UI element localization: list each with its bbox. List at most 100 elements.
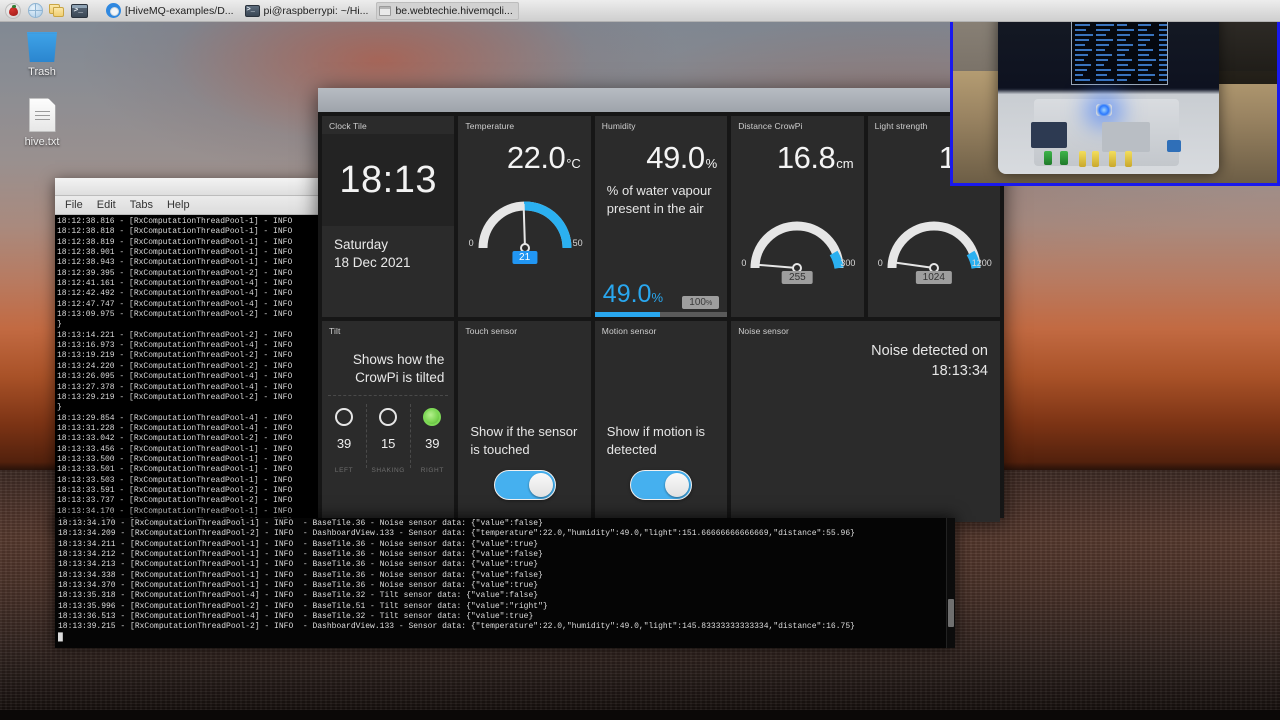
gauge-threshold-chip: 1024: [915, 271, 952, 284]
gauge-svg: [478, 201, 572, 253]
crowpi-blue-led: [1095, 103, 1112, 116]
taskbar[interactable]: [HiveMQ-examples/D... pi@raspberrypi: ~/…: [0, 0, 1280, 22]
tile-title: Temperature: [465, 121, 515, 131]
motion-toggle-switch[interactable]: [629, 470, 692, 500]
terminal-icon[interactable]: [69, 2, 89, 20]
menu-file[interactable]: File: [65, 199, 83, 211]
crowpi-led-green: [1059, 150, 1068, 165]
tile-body: Show if the sensor is touched: [458, 339, 590, 522]
taskbar-item-hivemqclient[interactable]: be.webtechie.hivemqcli...: [376, 1, 519, 20]
desktop-icon-label: Trash: [28, 66, 56, 78]
tilt-indicator-right: 39 RIGHT: [410, 404, 454, 474]
touch-description: Show if the sensor is touched: [470, 424, 578, 457]
tile-noise-sensor[interactable]: Noise sensor Noise detected on 18:13:34: [731, 321, 1000, 522]
distance-value: 16.8: [776, 140, 836, 175]
gauge-min-label: 0: [468, 238, 474, 248]
tile-title: Humidity: [601, 121, 636, 131]
humidity-bar-labels: 49.0% 100%: [603, 280, 720, 312]
tile-title: Motion sensor: [601, 326, 657, 336]
menu-help[interactable]: Help: [167, 199, 190, 211]
gauge-threshold-chip: 255: [782, 271, 813, 284]
window-icon: [379, 5, 392, 16]
tile-body: 49.0% % of water vapour present in the a…: [594, 134, 728, 317]
humidity-unit: %: [705, 156, 718, 171]
crowpi-sensor: [1166, 139, 1181, 152]
scrollbar-thumb[interactable]: [948, 598, 954, 627]
terminal-menubar[interactable]: File Edit Tabs Help: [55, 196, 320, 215]
tile-humidity[interactable]: Humidity 49.0% % of water vapour present…: [594, 116, 728, 317]
tile-tilt[interactable]: Tilt Shows how the CrowPi is tilted 39 L…: [322, 321, 455, 522]
tile-distance[interactable]: Distance CrowPi 16.8cm 0 300 255: [731, 116, 864, 317]
temperature-gauge: 0 50 21: [467, 182, 583, 264]
noise-status-text: Noise detected on 18:13:34: [731, 339, 1000, 387]
tile-touch-sensor[interactable]: Touch sensor Show if the sensor is touch…: [458, 321, 591, 522]
menu-edit[interactable]: Edit: [97, 199, 116, 211]
chrome-icon: [106, 3, 121, 18]
terminal-scrollbar[interactable]: [946, 518, 955, 648]
tile-motion-sensor[interactable]: Motion sensor Show if motion is detected: [594, 321, 728, 522]
humidity-bar-max: 100%: [682, 296, 720, 309]
touch-toggle-switch[interactable]: [493, 470, 556, 500]
tile-title: Clock Tile: [329, 121, 367, 131]
tile-body: Show if motion is detected: [595, 339, 727, 522]
crowpi-led-yellow: [1079, 150, 1087, 167]
terminal-window-back[interactable]: File Edit Tabs Help 18:12:38.816 - [RxCo…: [55, 178, 320, 530]
gauge-max-label: 300: [840, 258, 856, 268]
gauge-max-label: 50: [572, 238, 583, 248]
tilt-label: LEFT: [334, 467, 354, 474]
tilt-count: 39: [425, 436, 440, 451]
tilt-count: 15: [380, 436, 396, 451]
toggle-knob: [528, 472, 553, 497]
distance-value-row: 16.8cm: [731, 134, 863, 176]
crowpi-led-green: [1043, 150, 1052, 165]
gauge-min-label: 0: [877, 258, 883, 268]
crowpi-screen: [1071, 15, 1168, 85]
file-manager-icon[interactable]: [47, 2, 67, 20]
clock-time: 18:13: [339, 158, 437, 201]
crowpi-module: [1102, 121, 1151, 152]
tile-body: 16.8cm 0 300 255: [731, 134, 863, 317]
webcam-preview[interactable]: [950, 0, 1280, 186]
dashboard-tile-grid: Clock Tile 18:13 Saturday 18 Dec 2021 Te…: [318, 112, 1004, 522]
web-browser-icon[interactable]: [25, 2, 45, 20]
desktop-icon-label: hive.txt: [24, 136, 60, 148]
dashboard-titlebar[interactable]: [318, 88, 1004, 112]
raspberry-menu-icon[interactable]: [3, 2, 23, 20]
crowpi-led-yellow: [1092, 150, 1100, 167]
tilt-label: SHAKING: [371, 467, 405, 474]
tile-title: Touch sensor: [465, 326, 518, 336]
dashboard-window[interactable]: Clock Tile 18:13 Saturday 18 Dec 2021 Te…: [318, 88, 1004, 522]
noise-status-line-2: 18:13:34: [931, 363, 988, 379]
crowpi-led-yellow: [1108, 150, 1116, 167]
tilt-status-dot: [423, 408, 442, 426]
trash-icon: [27, 32, 57, 62]
tile-title: Distance CrowPi: [738, 121, 803, 131]
tile-title: Noise sensor: [738, 326, 789, 336]
text-file-icon: [28, 98, 56, 132]
humidity-description: % of water vapour present in the air: [606, 183, 712, 216]
tile-clock[interactable]: Clock Tile 18:13 Saturday 18 Dec 2021: [322, 116, 455, 317]
temperature-unit: °C: [566, 156, 581, 171]
taskbar-item-hivemq-examples[interactable]: [HiveMQ-examples/D...: [103, 2, 240, 20]
tile-body: Noise detected on 18:13:34: [731, 339, 1000, 522]
desktop-screen: Trash hive.txt File Edit Tabs Help 18:12…: [0, 0, 1280, 720]
distance-unit: cm: [836, 156, 854, 171]
tile-body: Shows how the CrowPi is tilted 39 LEFT 1…: [322, 339, 454, 522]
crowpi-led-yellow: [1124, 150, 1132, 167]
desktop-icon-hive-txt[interactable]: hive.txt: [3, 98, 81, 148]
taskbar-item-label: pi@raspberrypi: ~/Hi...: [263, 4, 369, 17]
temperature-value: 22.0: [506, 140, 566, 175]
tilt-description: Shows how the CrowPi is tilted: [352, 352, 445, 385]
taskbar-item-label: [HiveMQ-examples/D...: [125, 4, 234, 17]
tile-temperature[interactable]: Temperature 22.0°C 0 50 21: [458, 116, 591, 317]
terminal-titlebar[interactable]: [55, 178, 320, 196]
tilt-indicator-shaking: 15 SHAKING: [366, 404, 410, 474]
desktop-icon-trash[interactable]: Trash: [3, 32, 81, 78]
tilt-status-dot: [335, 408, 354, 426]
menu-tabs[interactable]: Tabs: [130, 199, 153, 211]
wallpaper-foreground: [0, 710, 1280, 720]
taskbar-item-terminal[interactable]: pi@raspberrypi: ~/Hi...: [242, 2, 375, 20]
tilt-indicator-row: 39 LEFT 15 SHAKING 39 RIGHT: [322, 396, 454, 474]
gauge-svg: [750, 221, 844, 273]
terminal-window-front[interactable]: 18:13:34.170 - [RxComputationThreadPool-…: [55, 518, 955, 648]
